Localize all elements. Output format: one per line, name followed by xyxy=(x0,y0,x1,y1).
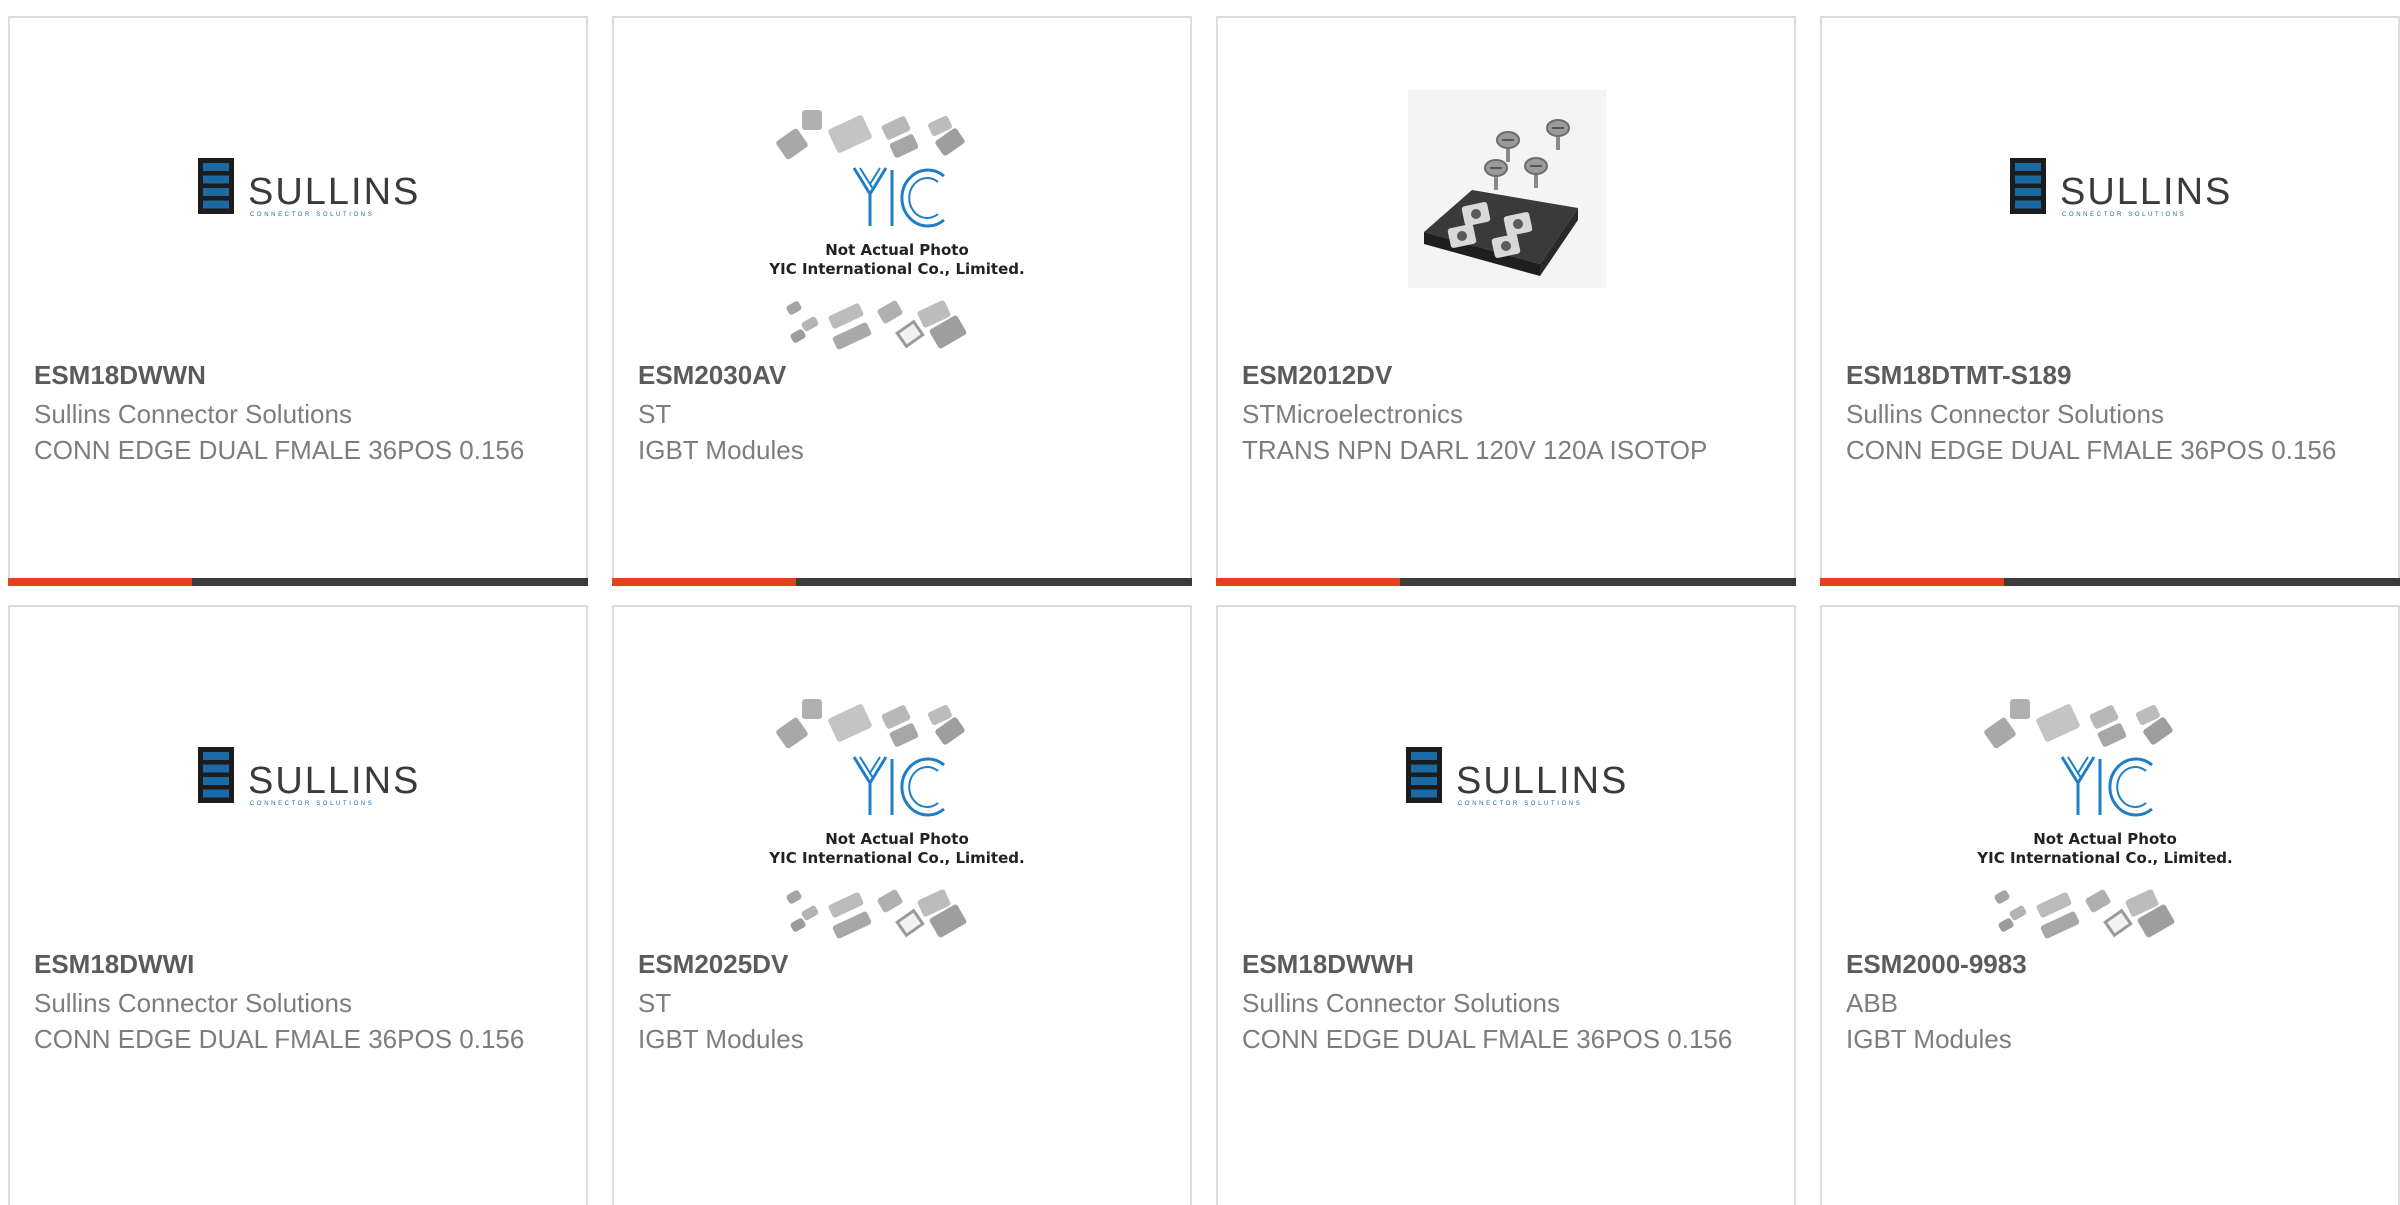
sullins-logo: SULLINSCONNECTOR SOLUTIONS xyxy=(198,158,420,218)
product-card[interactable]: SULLINS CONNECTOR SOLUTIONS ESM18DWWH Sul… xyxy=(1216,605,1796,1205)
yic-caption-line1: Not Actual Photo xyxy=(2033,830,2177,848)
yic-placeholder-image: Not Actual PhotoYIC International Co., L… xyxy=(768,110,1025,350)
yic-caption-line2: YIC International Co., Limited. xyxy=(768,260,1024,278)
yic-logo-icon xyxy=(852,167,945,228)
product-info: ESM2000-9983 ABB IGBT Modules xyxy=(1846,947,2374,1057)
manufacturer: STMicroelectronics xyxy=(1242,399,1464,429)
product-image[interactable]: Not Actual Photo YIC International Co., L… xyxy=(614,607,1190,947)
yic-caption-line2: YIC International Co., Limited. xyxy=(768,849,1024,867)
part-number-link[interactable]: ESM18DWWI xyxy=(34,947,562,981)
description: IGBT Modules xyxy=(1846,1024,2012,1054)
part-number-link[interactable]: ESM18DWWN xyxy=(34,358,562,392)
card-bottom-bar xyxy=(1820,578,2400,586)
sullins-logo: SULLINSCONNECTOR SOLUTIONS xyxy=(198,747,420,807)
card-bottom-bar xyxy=(1216,578,1796,586)
description: IGBT Modules xyxy=(638,1024,804,1054)
isotop-module-photo xyxy=(1408,90,1606,288)
product-card[interactable]: Not Actual Photo YIC International Co., L… xyxy=(612,16,1192,586)
yic-caption-line1: Not Actual Photo xyxy=(825,241,969,259)
product-image[interactable]: Not Actual Photo YIC International Co., L… xyxy=(614,18,1190,358)
description: TRANS NPN DARL 120V 120A ISOTOP xyxy=(1242,435,1708,465)
manufacturer: Sullins Connector Solutions xyxy=(34,399,352,429)
yic-caption-line2: YIC International Co., Limited. xyxy=(1976,849,2232,867)
sullins-brand-text: SULLINS xyxy=(1456,760,1628,802)
sullins-brand-text: SULLINS xyxy=(248,171,420,213)
sullins-tagline-text: CONNECTOR SOLUTIONS xyxy=(250,801,374,807)
product-info: ESM2012DV STMicroelectronics TRANS NPN D… xyxy=(1242,358,1770,468)
yic-caption-line1: Not Actual Photo xyxy=(825,830,969,848)
part-number-link[interactable]: ESM2012DV xyxy=(1242,358,1770,392)
description: CONN EDGE DUAL FMALE 36POS 0.156 xyxy=(1242,1024,1733,1054)
product-card[interactable]: Not Actual Photo YIC International Co., L… xyxy=(612,605,1192,1205)
card-accent-bar xyxy=(1820,578,2004,586)
product-grid: SULLINS CONNECTOR SOLUTIONS ESM18DWWN Sul… xyxy=(0,0,2400,1205)
product-image[interactable]: SULLINS CONNECTOR SOLUTIONS xyxy=(1822,18,2398,358)
product-info: ESM18DWWI Sullins Connector Solutions CO… xyxy=(34,947,562,1057)
sullins-brand-text: SULLINS xyxy=(248,760,420,802)
product-card[interactable]: SULLINS CONNECTOR SOLUTIONS ESM18DWWI Sul… xyxy=(8,605,588,1205)
part-number-link[interactable]: ESM2030AV xyxy=(638,358,1166,392)
product-info: ESM18DTMT-S189 Sullins Connector Solutio… xyxy=(1846,358,2374,468)
yic-logo-icon xyxy=(2060,756,2153,817)
description: CONN EDGE DUAL FMALE 36POS 0.156 xyxy=(1846,435,2337,465)
card-bottom-bar xyxy=(612,578,1192,586)
card-accent-bar xyxy=(8,578,192,586)
yic-logo-icon xyxy=(852,756,945,817)
card-accent-bar xyxy=(1216,578,1400,586)
part-number-link[interactable]: ESM2025DV xyxy=(638,947,1166,981)
yic-placeholder-image: Not Actual PhotoYIC International Co., L… xyxy=(1976,699,2233,939)
product-image[interactable]: SULLINS CONNECTOR SOLUTIONS xyxy=(10,18,586,358)
part-number-link[interactable]: ESM18DTMT-S189 xyxy=(1846,358,2374,392)
description: IGBT Modules xyxy=(638,435,804,465)
manufacturer: ST xyxy=(638,988,672,1018)
part-number-link[interactable]: ESM2000-9983 xyxy=(1846,947,2374,981)
product-card[interactable]: Not Actual Photo YIC International Co., L… xyxy=(1820,605,2400,1205)
yic-placeholder-image: Not Actual PhotoYIC International Co., L… xyxy=(768,699,1025,939)
manufacturer: ST xyxy=(638,399,672,429)
card-bottom-bar xyxy=(8,578,588,586)
manufacturer: Sullins Connector Solutions xyxy=(1846,399,2164,429)
description: CONN EDGE DUAL FMALE 36POS 0.156 xyxy=(34,435,525,465)
card-accent-bar xyxy=(612,578,796,586)
description: CONN EDGE DUAL FMALE 36POS 0.156 xyxy=(34,1024,525,1054)
manufacturer: Sullins Connector Solutions xyxy=(34,988,352,1018)
product-info: ESM18DWWH Sullins Connector Solutions CO… xyxy=(1242,947,1770,1057)
product-card[interactable]: SULLINS CONNECTOR SOLUTIONS ESM18DWWN Sul… xyxy=(8,16,588,586)
sullins-logo: SULLINSCONNECTOR SOLUTIONS xyxy=(1406,747,1628,807)
product-card[interactable]: ESM2012DV STMicroelectronics TRANS NPN D… xyxy=(1216,16,1796,586)
part-number-link[interactable]: ESM18DWWH xyxy=(1242,947,1770,981)
sullins-tagline-text: CONNECTOR SOLUTIONS xyxy=(1458,801,1582,807)
product-info: ESM2025DV ST IGBT Modules xyxy=(638,947,1166,1057)
product-image[interactable]: SULLINS CONNECTOR SOLUTIONS xyxy=(10,607,586,947)
product-card[interactable]: SULLINS CONNECTOR SOLUTIONS ESM18DTMT-S18… xyxy=(1820,16,2400,586)
product-image[interactable]: SULLINS CONNECTOR SOLUTIONS xyxy=(1218,607,1794,947)
sullins-brand-text: SULLINS xyxy=(2060,171,2232,213)
product-info: ESM2030AV ST IGBT Modules xyxy=(638,358,1166,468)
sullins-logo: SULLINSCONNECTOR SOLUTIONS xyxy=(2010,158,2232,218)
manufacturer: ABB xyxy=(1846,988,1899,1018)
product-image[interactable]: Not Actual Photo YIC International Co., L… xyxy=(1822,607,2398,947)
sullins-tagline-text: CONNECTOR SOLUTIONS xyxy=(2062,212,2186,218)
product-image[interactable] xyxy=(1218,18,1794,358)
sullins-tagline-text: CONNECTOR SOLUTIONS xyxy=(250,212,374,218)
product-info: ESM18DWWN Sullins Connector Solutions CO… xyxy=(34,358,562,468)
manufacturer: Sullins Connector Solutions xyxy=(1242,988,1560,1018)
